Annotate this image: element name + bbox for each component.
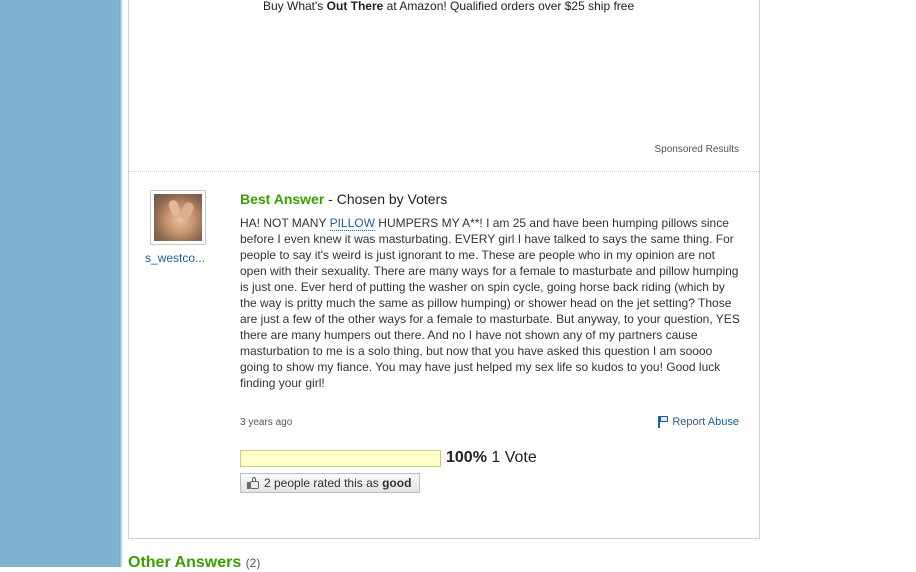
vote-count: 1 Vote — [491, 449, 537, 466]
vote-summary: 100% 1 Vote — [446, 449, 537, 467]
best-answer-heading: Best Answer - Chosen by Voters — [240, 191, 447, 207]
answer-timestamp: 3 years ago — [240, 417, 293, 428]
sidebar-shadow — [119, 0, 123, 567]
other-answers-heading: Other Answers (2) — [128, 554, 260, 572]
report-abuse-link[interactable]: Report Abuse — [658, 416, 739, 428]
rating-text: 2 people rated this as good — [264, 476, 411, 490]
thumbs-up-icon — [247, 477, 260, 489]
answerer-username[interactable]: s_westco... — [145, 251, 205, 265]
keyword-link[interactable]: PILLOW — [329, 216, 375, 231]
flag-icon — [658, 416, 669, 428]
section-divider — [129, 171, 759, 172]
report-abuse-label: Report Abuse — [672, 416, 739, 428]
best-answer-label: Best Answer — [240, 191, 325, 207]
sponsored-results-label: Sponsored Results — [654, 144, 740, 155]
answer-text-rest: HUMPERS MY A**! I am 25 and have been hu… — [240, 216, 740, 390]
rated-good-button[interactable]: 2 people rated this as good — [240, 473, 421, 493]
answer-panel: Buy What's Out There at Amazon! Qualifie… — [128, 0, 760, 539]
answer-text: HA! NOT MANY PILLOW HUMPERS MY A**! I am… — [240, 215, 740, 391]
rating-prefix: 2 people rated this as — [264, 476, 383, 490]
amazon-ad-bold: Out There — [326, 0, 384, 13]
vote-progress-fill — [241, 451, 440, 466]
amazon-ad-prefix: Buy What's — [263, 0, 327, 13]
vote-progress-bar — [240, 450, 441, 467]
avatar-figure-leg — [178, 200, 196, 222]
amazon-ad-link[interactable]: Buy What's Out There at Amazon! Qualifie… — [263, 0, 634, 13]
avatar-image — [154, 194, 202, 241]
vote-percent: 100% — [446, 449, 487, 466]
other-answers-label: Other Answers — [128, 554, 242, 571]
chosen-by-label: - Chosen by Voters — [324, 191, 448, 207]
rating-bold: good — [382, 476, 412, 490]
left-sidebar-background — [0, 0, 119, 567]
answer-text-start: HA! NOT MANY — [240, 216, 330, 230]
other-answers-count: (2) — [245, 556, 261, 570]
avatar[interactable] — [150, 190, 206, 245]
amazon-ad-suffix: at Amazon! Qualified orders over $25 shi… — [383, 0, 635, 13]
